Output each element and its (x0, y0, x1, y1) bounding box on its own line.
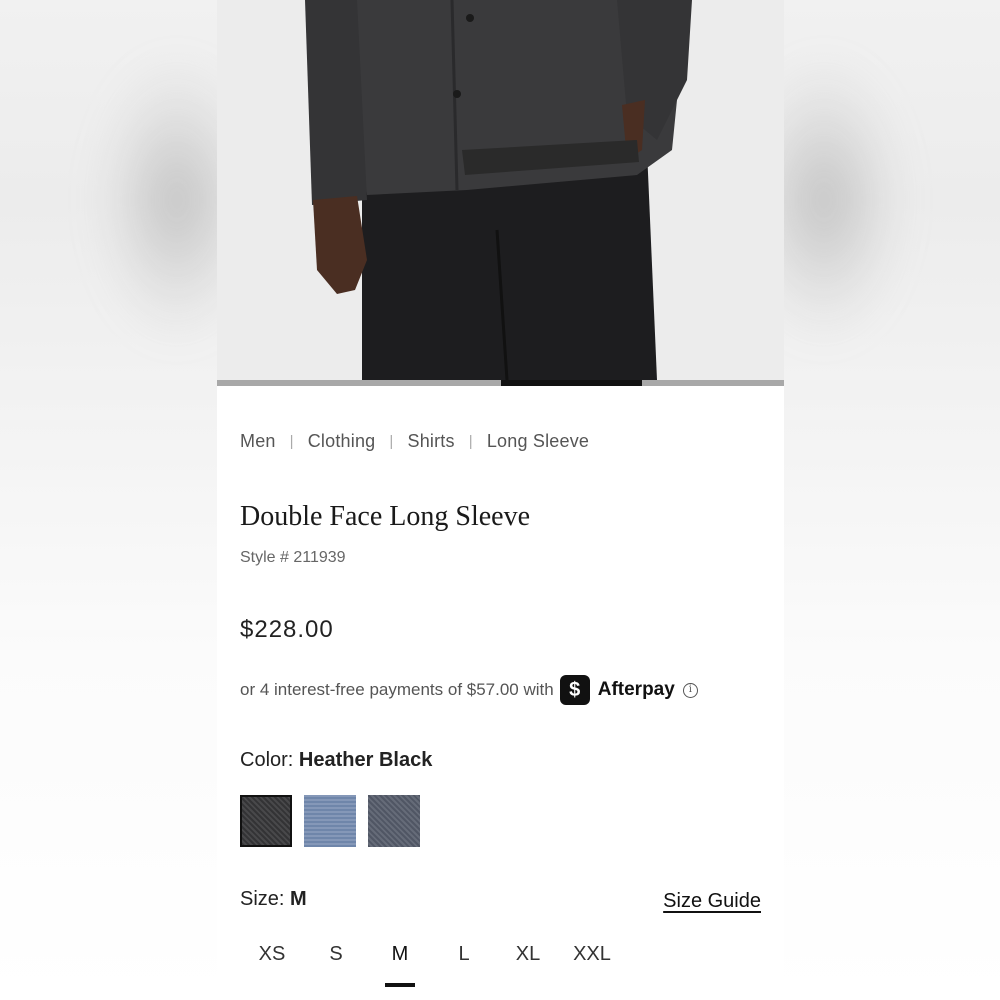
swatch-heather-black[interactable] (240, 795, 292, 847)
size-guide-link[interactable]: Size Guide (663, 890, 761, 913)
style-number: Style # 211939 (240, 549, 346, 566)
size-option-l[interactable]: L (432, 943, 496, 987)
afterpay-text: or 4 interest-free payments of $57.00 wi… (240, 680, 554, 699)
breadcrumb-separator: | (289, 433, 294, 450)
color-label: Color: (240, 749, 294, 771)
size-option-xl[interactable]: XL (496, 943, 560, 987)
size-option-xxl[interactable]: XXL (560, 943, 624, 987)
blurred-background-left (0, 0, 217, 1000)
size-option-s[interactable]: S (304, 943, 368, 987)
product-price: $228.00 (240, 616, 334, 643)
afterpay-message: or 4 interest-free payments of $57.00 wi… (240, 675, 698, 705)
product-page: Men | Clothing | Shirts | Long Sleeve Double F… (217, 0, 784, 1000)
product-photo-illustration (217, 0, 784, 380)
info-icon[interactable]: i (682, 682, 698, 698)
swatch-blue[interactable] (304, 795, 356, 847)
product-title: Double Face Long Sleeve (240, 501, 531, 532)
swatch-grey[interactable] (368, 795, 420, 847)
breadcrumb-clothing[interactable]: Clothing (308, 431, 376, 451)
breadcrumb-men[interactable]: Men (240, 431, 276, 451)
afterpay-brand: Afterpay (597, 679, 675, 700)
product-image[interactable] (217, 0, 784, 380)
selected-size: M (290, 888, 307, 910)
breadcrumb-shirts[interactable]: Shirts (408, 431, 455, 451)
size-selector-label: Size: M Size Guide (240, 888, 761, 913)
blurred-background-right (784, 0, 1000, 1000)
breadcrumb-separator: | (468, 433, 473, 450)
carousel-active-segment (501, 380, 642, 386)
size-label: Size: (240, 888, 285, 910)
color-selector-label: Color: Heather Black (240, 749, 432, 772)
breadcrumb-separator: | (389, 433, 394, 450)
afterpay-logo-icon: $ (559, 675, 590, 705)
selected-color: Heather Black (298, 749, 433, 771)
size-option-m[interactable]: M (368, 943, 432, 987)
image-carousel-indicator[interactable] (217, 380, 784, 386)
color-swatches (240, 795, 420, 847)
breadcrumb-long-sleeve[interactable]: Long Sleeve (487, 431, 589, 451)
breadcrumb: Men | Clothing | Shirts | Long Sleeve (240, 431, 589, 452)
size-options: XS S M L XL XXL (240, 943, 624, 987)
size-option-xs[interactable]: XS (240, 943, 304, 987)
